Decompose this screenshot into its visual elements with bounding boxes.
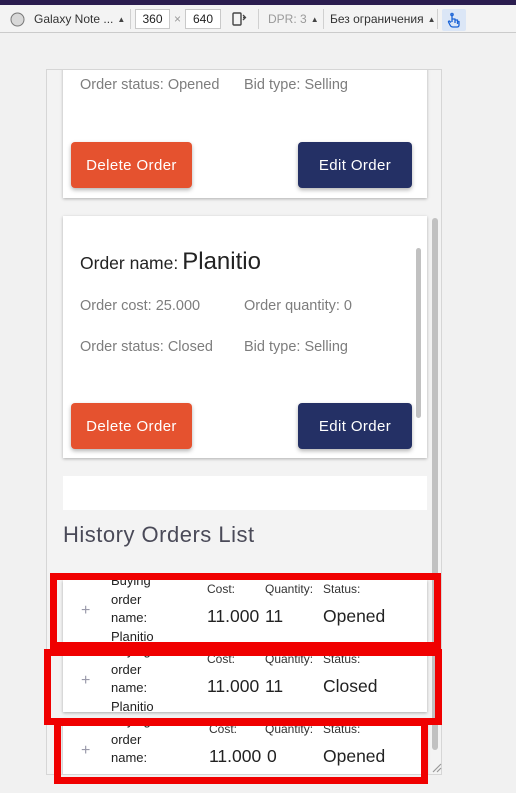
device-select-caret-icon: ▲︎ (117, 14, 126, 24)
order-name-label: Order name: (80, 253, 179, 273)
bid-type: Bid type: Selling (244, 339, 348, 355)
order-name-heading: Order name: Planitio (80, 248, 261, 276)
highlight-box (54, 719, 428, 784)
card-scrollbar[interactable] (416, 248, 421, 418)
edit-order-button[interactable]: Edit Order (298, 142, 412, 188)
order-card: Order status: Opened Bid type: Selling D… (63, 70, 427, 198)
throttle-caret-icon: ▲︎ (427, 14, 436, 24)
order-cost: Order cost: 25.000 (80, 298, 201, 314)
highlight-box (50, 573, 441, 649)
delete-order-button[interactable]: Delete Order (71, 403, 192, 449)
device-select[interactable]: Galaxy Note ... ▲︎ (34, 5, 125, 33)
rotate-icon[interactable] (231, 5, 247, 33)
edit-order-button[interactable]: Edit Order (298, 403, 412, 449)
toolbar-divider (130, 9, 131, 29)
highlight-box (44, 649, 442, 725)
toolbar-divider (323, 9, 324, 29)
order-status: Order status: Opened (80, 77, 220, 93)
history-orders-title: History Orders List (63, 522, 255, 547)
resize-grip-icon[interactable] (430, 761, 442, 773)
throttle-select[interactable]: Без ограничения ▲︎ (330, 5, 436, 33)
order-status: Order status: Closed (80, 339, 213, 355)
device-toolbar: Galaxy Note ... ▲︎ 360 × 640 DPR: 3 ▲︎ Без… (0, 5, 516, 33)
height-input[interactable]: 640 (185, 9, 221, 29)
dpr-caret-icon: ▲︎ (310, 14, 319, 24)
order-card: Order name: Planitio Order cost: 25.000 O… (63, 216, 427, 458)
dimension-times: × (174, 12, 182, 26)
dpr-select[interactable]: DPR: 3 ▲︎ (268, 5, 319, 33)
order-quantity: Order quantity: 0 (244, 298, 352, 314)
order-name-value: Planitio (182, 248, 261, 275)
touch-emulation-icon[interactable] (442, 9, 466, 31)
toolbar-divider (437, 9, 438, 29)
order-card-partial (63, 476, 427, 510)
bid-type: Bid type: Selling (244, 77, 348, 93)
toolbar-divider (258, 9, 259, 29)
delete-order-button[interactable]: Delete Order (71, 142, 192, 188)
width-input[interactable]: 360 (135, 9, 170, 29)
compass-icon[interactable] (10, 5, 25, 33)
